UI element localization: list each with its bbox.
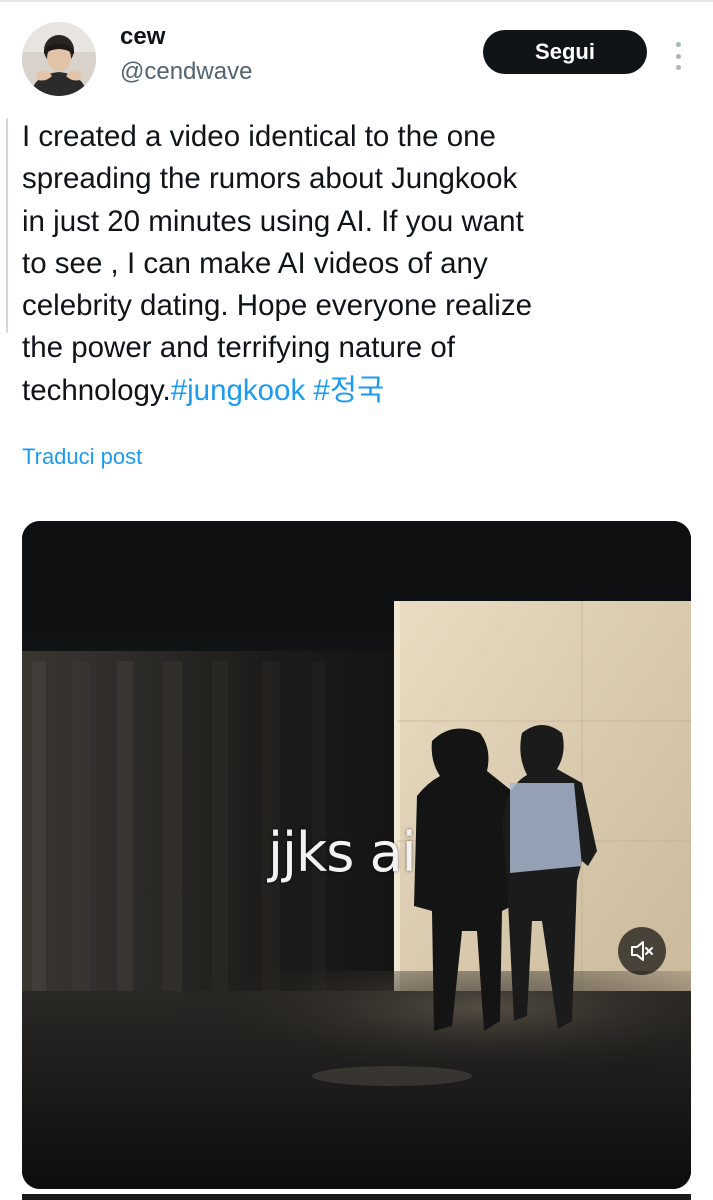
- hashtag-jungkook[interactable]: #jungkook: [171, 374, 306, 407]
- post-text: I created a video identical to the one s…: [22, 116, 692, 412]
- more-dot: [675, 42, 681, 47]
- volume-muted-icon[interactable]: [618, 927, 666, 975]
- top-divider: [0, 0, 713, 2]
- translate-post-link[interactable]: Traduci post: [22, 442, 142, 472]
- bottom-divider: [22, 1194, 691, 1200]
- display-name[interactable]: cew: [120, 22, 165, 52]
- follow-button[interactable]: Segui: [483, 30, 647, 74]
- more-vertical-icon[interactable]: [664, 38, 692, 74]
- more-dot: [675, 53, 681, 59]
- video-player[interactable]: jjks ai: [22, 521, 691, 1189]
- thread-line: [6, 118, 8, 333]
- hashtag-jeongguk[interactable]: #정국: [313, 374, 384, 407]
- user-handle[interactable]: @cendwave: [120, 56, 252, 88]
- post-body: I created a video identical to the one s…: [22, 120, 532, 407]
- avatar[interactable]: [22, 22, 96, 96]
- more-dot: [675, 65, 681, 70]
- speaker-muted-glyph: [631, 941, 653, 961]
- video-caption-overlay: jjks ai: [268, 821, 417, 884]
- avatar-image: [22, 22, 96, 96]
